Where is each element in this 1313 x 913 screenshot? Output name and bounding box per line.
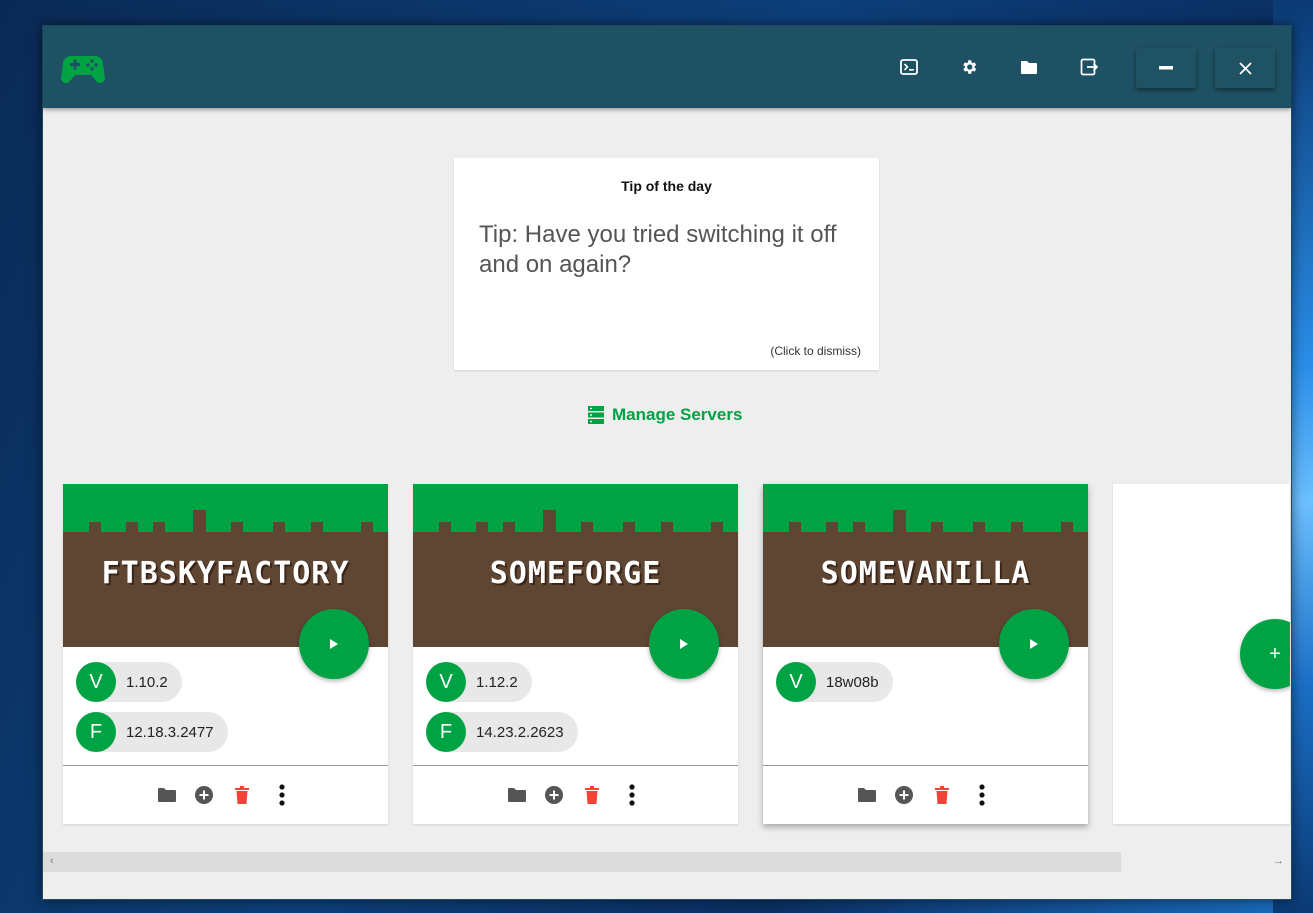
card-divider [63,765,388,766]
minimize-icon [1159,66,1173,70]
titlebar [43,26,1291,108]
manage-servers-button[interactable]: Manage Servers [588,403,742,427]
play-icon [330,639,338,649]
play-button[interactable] [999,609,1069,679]
delete-icon[interactable] [231,784,253,806]
server-card: FTBSKYFACTORY V 1.10.2 F 12.18.3.2477 [63,484,388,824]
play-icon [680,639,688,649]
delete-icon[interactable] [581,784,603,806]
tip-title: Tip of the day [621,178,712,194]
card-actions [63,784,388,806]
add-server-button[interactable]: + [1240,619,1290,689]
open-folder-icon[interactable] [156,784,178,806]
server-name: FTBSKYFACTORY [101,556,350,591]
play-icon [1030,639,1038,649]
chip-value: 1.12.2 [476,673,518,691]
tip-text: Tip: Have you tried switching it off and… [479,221,837,278]
open-folder-icon[interactable] [856,784,878,806]
app-window: Tip of the day Tip: Have you tried switc… [42,25,1292,900]
server-card: SOMEFORGE V 1.12.2 F 14.23.2.2623 [413,484,738,824]
version-chip: V 18w08b [776,662,893,702]
server-card: SOMEVANILLA V 18w08b [763,484,1088,824]
tip-dismiss-hint: (Click to dismiss) [770,344,861,358]
chip-avatar: V [76,662,116,702]
server-list-icon [588,406,604,424]
add-circle-icon[interactable] [193,784,215,806]
more-vert-icon[interactable] [271,784,293,806]
more-vert-icon[interactable] [621,784,643,806]
server-name: SOMEFORGE [489,556,662,591]
gamepad-icon [61,52,105,84]
play-button[interactable] [299,609,369,679]
tip-card[interactable]: Tip of the day Tip: Have you tried switc… [454,158,879,370]
version-chip: V 1.12.2 [426,662,532,702]
close-icon [1238,61,1252,75]
play-button[interactable] [649,609,719,679]
chip-value: 18w08b [826,673,879,691]
card-actions [413,784,738,806]
server-name: SOMEVANILLA [820,556,1031,591]
more-vert-icon[interactable] [971,784,993,806]
chip-value: 14.23.2.2623 [476,723,564,741]
chip-value: 12.18.3.2477 [126,723,214,741]
chip-value: 1.10.2 [126,673,168,691]
add-server-card: + [1113,484,1290,824]
chip-avatar: F [76,712,116,752]
manage-servers-label: Manage Servers [612,405,743,424]
settings-icon[interactable] [958,56,980,78]
folder-icon[interactable] [1018,56,1040,78]
add-circle-icon[interactable] [543,784,565,806]
horizontal-scrollbar[interactable]: ‹ → [43,852,1291,872]
chip-avatar: F [426,712,466,752]
card-divider [413,765,738,766]
open-folder-icon[interactable] [506,784,528,806]
scroll-right-icon[interactable]: → [1273,855,1284,867]
close-button[interactable] [1215,48,1275,88]
card-actions [763,784,1088,806]
console-icon[interactable] [898,56,920,78]
forge-chip: F 12.18.3.2477 [76,712,228,752]
forge-chip: F 14.23.2.2623 [426,712,578,752]
card-divider [763,765,1088,766]
chip-avatar: V [426,662,466,702]
logout-icon[interactable] [1078,56,1100,78]
chip-avatar: V [776,662,816,702]
minimize-button[interactable] [1136,48,1196,88]
scrollbar-thumb[interactable] [43,852,1121,872]
version-chip: V 1.10.2 [76,662,182,702]
delete-icon[interactable] [931,784,953,806]
add-circle-icon[interactable] [893,784,915,806]
scroll-left-icon[interactable]: ‹ [50,855,54,867]
